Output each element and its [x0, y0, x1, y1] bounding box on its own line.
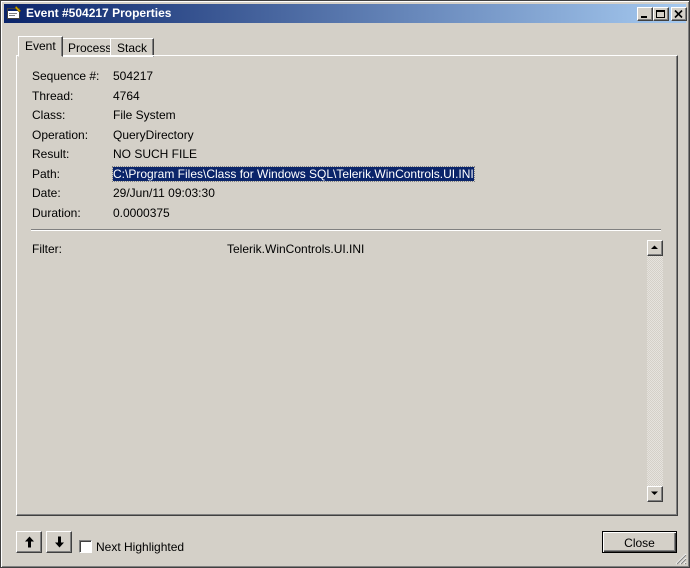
filter-label: Filter:	[32, 242, 62, 256]
thread-value[interactable]: 4764	[113, 89, 140, 103]
path-label: Path:	[32, 167, 61, 181]
close-button[interactable]: Close	[602, 531, 677, 553]
operation-label: Operation:	[32, 128, 89, 142]
event-tab-panel: Sequence #: 504217 Thread: 4764 Class: F…	[16, 55, 678, 516]
date-value[interactable]: 29/Jun/11 09:03:30	[113, 186, 215, 200]
next-highlighted-checkbox[interactable]	[79, 540, 92, 553]
class-label: Class:	[32, 108, 66, 122]
title-bar[interactable]: Event #504217 Properties	[4, 4, 687, 23]
class-value[interactable]: File System	[113, 108, 176, 122]
section-divider	[31, 229, 661, 231]
minimize-button[interactable]	[637, 7, 653, 21]
path-value[interactable]: C:\Program Files\Class for Windows SQL\T…	[112, 166, 475, 182]
maximize-button[interactable]	[653, 7, 669, 21]
result-value[interactable]: NO SUCH FILE	[113, 147, 197, 161]
result-label: Result:	[32, 147, 70, 161]
tab-event[interactable]: Event	[18, 36, 63, 57]
sequence-label: Sequence #:	[32, 69, 100, 83]
operation-value[interactable]: QueryDirectory	[113, 128, 194, 142]
window-title: Event #504217 Properties	[26, 6, 172, 20]
next-highlighted-label[interactable]: Next Highlighted	[96, 540, 184, 554]
next-event-button[interactable]	[46, 531, 72, 553]
duration-value[interactable]: 0.0000375	[113, 206, 170, 220]
sequence-value[interactable]: 504217	[113, 69, 153, 83]
filter-value[interactable]: Telerik.WinControls.UI.INI	[227, 242, 364, 256]
detail-scrollbar[interactable]	[647, 240, 663, 502]
thread-label: Thread:	[32, 89, 74, 103]
scroll-down-button[interactable]	[647, 486, 663, 502]
properties-dialog: Event #504217 Properties Event Process S…	[0, 0, 690, 568]
resize-grip-icon[interactable]	[674, 552, 687, 565]
properties-window-icon[interactable]	[7, 5, 22, 20]
scroll-up-button[interactable]	[647, 240, 663, 256]
date-label: Date:	[32, 186, 61, 200]
detail-list[interactable]: Filter: Telerik.WinControls.UI.INI	[31, 236, 663, 502]
duration-label: Duration:	[32, 206, 81, 220]
previous-event-button[interactable]	[16, 531, 42, 553]
close-window-button[interactable]	[671, 7, 687, 21]
